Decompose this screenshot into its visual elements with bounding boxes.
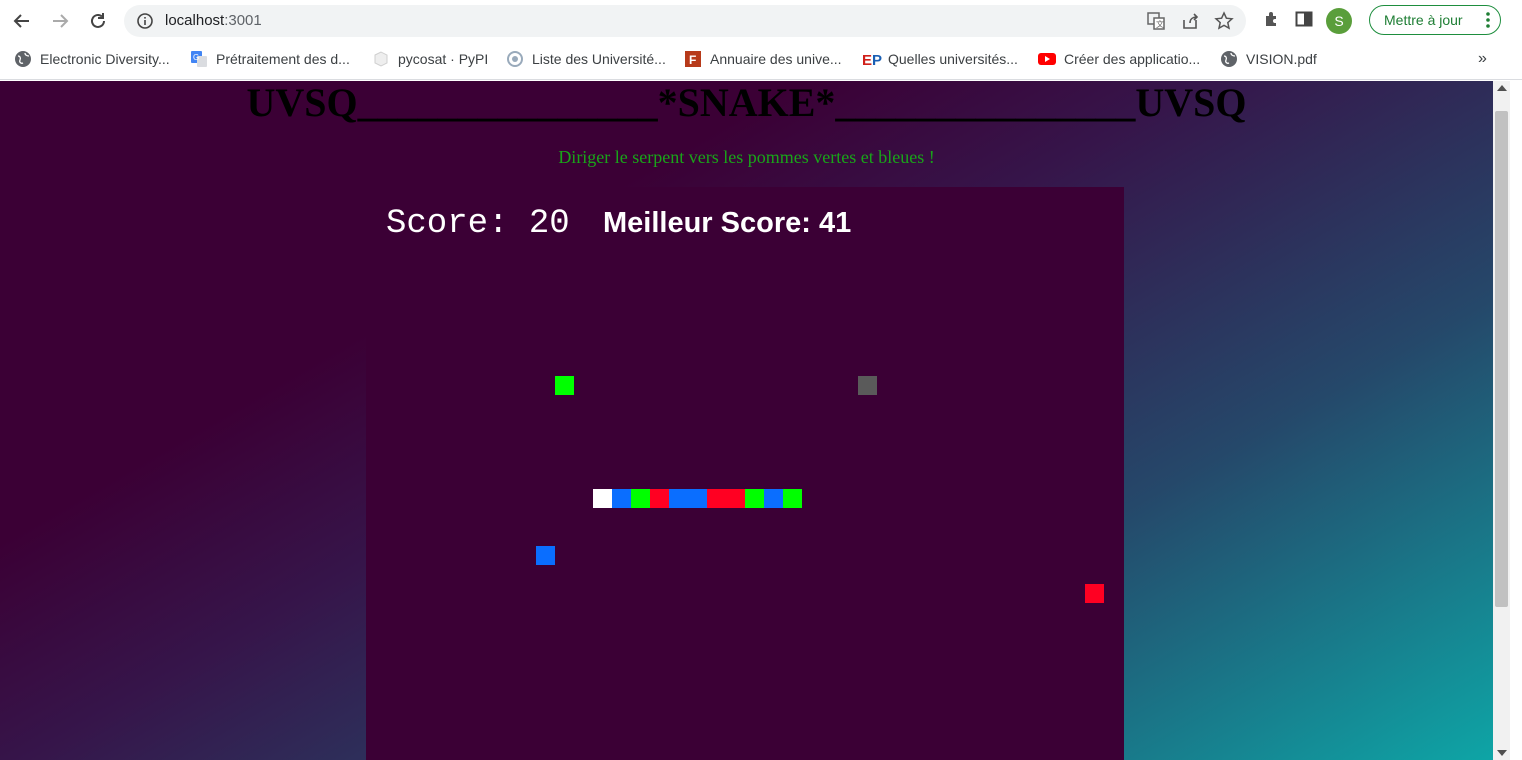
bookmark-star-icon[interactable] [1214,11,1234,36]
bookmark-label: VISION.pdf [1246,51,1317,67]
google-translate-icon: G [190,50,208,68]
forward-arrow-icon [53,14,69,28]
bookmark-item[interactable]: F Annuaire des unive... [684,50,842,68]
bookmark-item[interactable]: EP Quelles universités... [862,50,1018,69]
snake-head [593,489,612,508]
bookmark-item[interactable]: Electronic Diversity... [14,50,170,68]
profile-avatar[interactable]: S [1326,8,1352,34]
globe-icon [1220,50,1238,68]
scroll-up-arrow-icon[interactable] [1497,85,1507,91]
menu-kebab-icon [1486,12,1490,31]
reload-button[interactable] [85,8,111,34]
reload-icon [91,13,105,28]
back-arrow-icon [13,14,29,28]
green-apple [555,376,574,395]
ep-icon: EP [862,50,882,69]
scrollbar-thumb[interactable] [1495,111,1508,607]
side-panel-icon[interactable] [1294,9,1314,34]
snake-segment [650,489,669,508]
snake-segment [745,489,764,508]
snake-segment [764,489,783,508]
bookmark-item[interactable]: Liste des Université... [506,50,666,68]
gray-apple [858,376,877,395]
back-button[interactable] [9,8,35,34]
pypi-icon [372,50,390,68]
bookmarks-bar: Electronic Diversity... G Prétraitement … [0,42,1522,80]
bookmark-item[interactable]: Créer des applicatio... [1038,50,1200,68]
site-icon [506,50,524,68]
extensions-icon[interactable] [1262,9,1282,34]
page-title: UVSQ_______________*SNAKE*______________… [246,81,1247,125]
update-button-label: Mettre à jour [1384,12,1463,28]
browser-toolbar: localhost:3001 文 S Mettre à jour [0,0,1522,42]
red-apple [1085,584,1104,603]
bookmark-label: pycosat · PyPI [398,51,489,67]
scroll-down-arrow-icon[interactable] [1497,750,1507,756]
svg-text:文: 文 [1156,19,1164,29]
share-icon[interactable] [1180,11,1200,36]
game-board[interactable]: Score: 20 Meilleur Score: 41 [366,187,1124,760]
snake-segment [707,489,726,508]
snake-tail [783,489,802,508]
bookmark-label: Créer des applicatio... [1064,51,1201,67]
bookmarks-overflow-icon[interactable]: » [1478,50,1487,68]
bookmark-label: Quelles universités... [888,51,1018,67]
site-icon: F [684,50,702,68]
best-score-label: Meilleur Score: 41 [603,207,852,239]
score-label: Score: 20 [386,205,570,243]
page-scrollbar[interactable] [1493,81,1510,760]
snake-segment [612,489,631,508]
bookmark-label: Liste des Université... [532,51,666,67]
blue-apple [536,546,555,565]
bookmark-item[interactable]: pycosat · PyPI [372,50,488,68]
svg-text:E: E [862,52,872,68]
globe-icon [14,50,32,68]
snake-segment [669,489,688,508]
url-text: localhost:3001 [165,12,262,29]
url-port: :3001 [224,12,262,29]
bookmark-label: Electronic Diversity... [40,51,170,67]
youtube-icon [1038,50,1056,68]
page-viewport: UVSQ_______________*SNAKE*______________… [0,81,1493,760]
snake-segment [631,489,650,508]
address-bar[interactable]: localhost:3001 文 [124,5,1246,37]
update-button[interactable]: Mettre à jour [1369,5,1501,35]
forward-button[interactable] [47,8,73,34]
svg-text:G: G [193,53,199,62]
translate-icon[interactable]: 文 [1146,11,1166,36]
bookmark-item[interactable]: G Prétraitement des d... [190,50,350,68]
snake-segment [726,489,745,508]
bookmark-item[interactable]: VISION.pdf [1220,50,1317,68]
svg-text:P: P [872,52,882,68]
bookmark-label: Annuaire des unive... [710,51,842,67]
svg-text:F: F [689,53,696,67]
url-host: localhost [165,12,225,29]
bookmark-label: Prétraitement des d... [216,51,350,67]
snake-segment [688,489,707,508]
site-info-icon[interactable] [136,12,154,35]
page-subtitle: Diriger le serpent vers les pommes verte… [558,147,935,167]
